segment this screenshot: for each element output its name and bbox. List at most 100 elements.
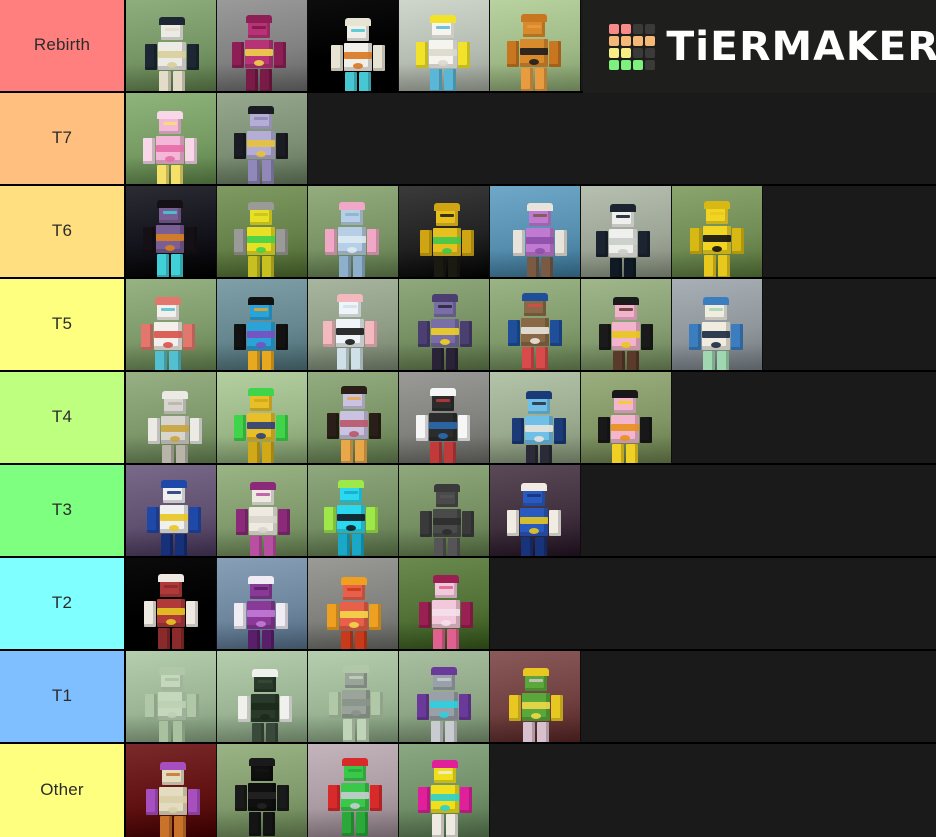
tier-item[interactable] (126, 372, 217, 463)
figure-torso-stripe (247, 791, 276, 799)
figure-arm-left (232, 41, 245, 68)
tier-item[interactable] (399, 465, 490, 556)
tier-label-t2[interactable]: T2 (0, 558, 126, 649)
tier-item[interactable] (399, 744, 490, 837)
tier-item[interactable] (126, 186, 217, 277)
tiermaker-logo-text: TiERMAKER (666, 23, 936, 70)
figure-hair (338, 202, 365, 211)
tier-label-rebirth[interactable]: Rebirth (0, 0, 126, 91)
tier-item[interactable] (399, 279, 490, 370)
figure-arm-right (187, 43, 200, 70)
tier-items-t6[interactable] (126, 186, 936, 277)
tier-label-t6[interactable]: T6 (0, 186, 126, 277)
tier-item[interactable] (126, 0, 217, 91)
figure-torso-stripe (160, 514, 189, 522)
tier-item[interactable] (126, 279, 217, 370)
tier-item[interactable] (217, 93, 308, 184)
thumbnail-scene (126, 558, 216, 649)
tier-item[interactable] (308, 651, 399, 742)
tier-label-t1[interactable]: T1 (0, 651, 126, 742)
tier-items-t2[interactable] (126, 558, 936, 649)
logo-grid-cell-12 (609, 59, 619, 70)
tier-item[interactable] (126, 651, 217, 742)
figure-arm-right (276, 784, 289, 811)
tier-item[interactable] (126, 465, 217, 556)
figure-hair (702, 297, 729, 306)
tier-item[interactable] (217, 651, 308, 742)
tier-item[interactable] (490, 0, 581, 91)
figure-eye-band (167, 491, 182, 495)
figure-arm-left (234, 229, 247, 256)
tier-item[interactable] (399, 186, 490, 277)
tier-items-other[interactable] (126, 744, 936, 837)
tier-item[interactable] (308, 186, 399, 277)
tier-item[interactable] (490, 279, 581, 370)
tier-label-t3[interactable]: T3 (0, 465, 126, 556)
figure-eye-band (254, 117, 269, 121)
tier-item[interactable] (399, 651, 490, 742)
tier-item[interactable] (217, 279, 308, 370)
tier-label-other[interactable]: Other (0, 744, 126, 837)
figure-head (435, 580, 458, 599)
tier-item[interactable] (217, 372, 308, 463)
ground-shadow (490, 342, 580, 370)
tier-item[interactable] (672, 186, 763, 277)
tier-item[interactable] (217, 744, 308, 837)
tier-item[interactable] (217, 0, 308, 91)
tier-item[interactable] (672, 279, 763, 370)
tier-item[interactable] (217, 465, 308, 556)
thumbnail-scene (217, 558, 307, 649)
tier-label-t7[interactable]: T7 (0, 93, 126, 184)
figure-hair (340, 385, 367, 394)
tier-item[interactable] (399, 558, 490, 649)
figure-leg-right (718, 255, 731, 277)
figure-leg-left (521, 67, 534, 91)
tier-items-t3[interactable] (126, 465, 936, 556)
figure-leg-left (341, 812, 354, 837)
thumbnail-scene (399, 0, 489, 91)
figure-hair (248, 757, 275, 766)
figure-leg-left (159, 815, 172, 837)
tier-items-t4[interactable] (126, 372, 936, 463)
tier-item[interactable] (490, 372, 581, 463)
figure-arm-right (551, 694, 564, 721)
figure-arm-left (512, 229, 525, 256)
tier-item[interactable] (217, 558, 308, 649)
tier-item[interactable] (126, 558, 217, 649)
tier-items-t7[interactable] (126, 93, 936, 184)
tier-item[interactable] (490, 651, 581, 742)
tier-item[interactable] (308, 744, 399, 837)
figure-torso-stripe (343, 51, 372, 59)
tier-item[interactable] (126, 744, 217, 837)
tier-item[interactable] (399, 0, 490, 91)
figure-arm-left (142, 137, 155, 164)
tier-label-t5[interactable]: T5 (0, 279, 126, 370)
figure-leg-right (624, 257, 637, 277)
tier-item[interactable] (308, 279, 399, 370)
tier-item[interactable] (581, 279, 672, 370)
tier-item[interactable] (490, 186, 581, 277)
figure-hair (431, 294, 458, 303)
figure-leg-right (175, 534, 188, 556)
tier-item[interactable] (217, 186, 308, 277)
tier-item[interactable] (308, 372, 399, 463)
tier-item[interactable] (581, 186, 672, 277)
tier-item[interactable] (581, 372, 672, 463)
figure-detail (348, 430, 359, 437)
tier-label-t4[interactable]: T4 (0, 372, 126, 463)
figure-eye-band (531, 401, 546, 405)
figure-hair (162, 390, 189, 399)
figure-arm-left (330, 44, 343, 71)
figure-torso-stripe (246, 422, 275, 429)
tier-item[interactable] (126, 93, 217, 184)
figure-torso-stripe (158, 700, 187, 708)
tier-items-t5[interactable] (126, 279, 936, 370)
figure-arm-right (732, 228, 745, 255)
tier-item[interactable] (490, 465, 581, 556)
tier-item[interactable] (308, 0, 399, 91)
tier-item[interactable] (399, 372, 490, 463)
tier-items-t1[interactable] (126, 651, 936, 742)
figure-torso-stripe (339, 419, 368, 427)
tier-item[interactable] (308, 558, 399, 649)
tier-item[interactable] (308, 465, 399, 556)
